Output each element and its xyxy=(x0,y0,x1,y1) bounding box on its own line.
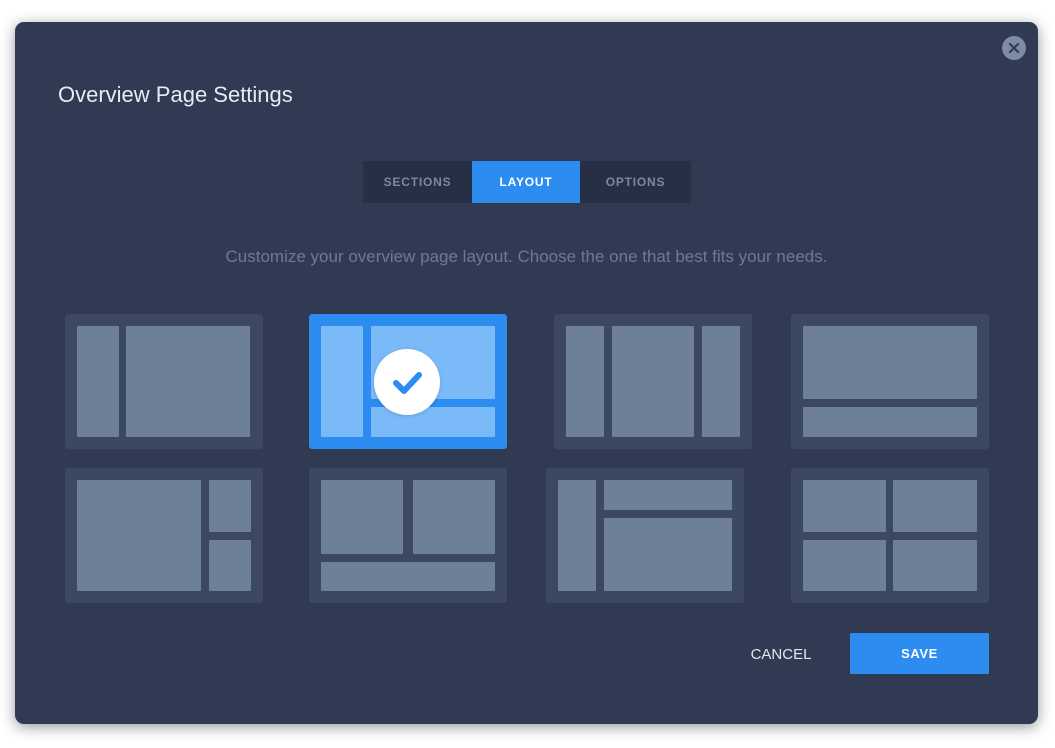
layout-block xyxy=(803,407,977,437)
layout-description: Customize your overview page layout. Cho… xyxy=(225,247,828,266)
layout-block xyxy=(77,480,201,591)
layout-option-left-column-two-right-rows[interactable] xyxy=(546,468,744,603)
layout-option-sidebar-with-split-main[interactable] xyxy=(309,314,507,449)
tab-sections[interactable]: SECTIONS xyxy=(363,161,472,203)
layout-block xyxy=(604,518,732,591)
layout-block xyxy=(558,480,596,591)
close-icon xyxy=(1008,42,1020,54)
layout-block xyxy=(77,326,119,437)
checkmark-icon xyxy=(393,372,422,394)
layout-block xyxy=(803,540,886,591)
layout-block xyxy=(321,480,403,554)
layout-option-three-columns[interactable] xyxy=(554,314,752,449)
tab-bar: SECTIONS LAYOUT OPTIONS xyxy=(363,161,691,203)
layout-block xyxy=(893,480,977,532)
layout-option-narrow-left-wide-right[interactable] xyxy=(65,314,263,449)
selected-check-badge xyxy=(374,349,440,415)
layout-block xyxy=(803,326,977,399)
close-button[interactable] xyxy=(1002,36,1026,60)
layout-block xyxy=(612,326,694,437)
layout-block xyxy=(209,480,251,532)
tab-options[interactable]: OPTIONS xyxy=(580,161,691,203)
save-button[interactable]: SAVE xyxy=(850,633,989,674)
layout-block xyxy=(321,326,363,437)
layout-block xyxy=(803,480,886,532)
layout-block xyxy=(566,326,604,437)
layout-block xyxy=(209,540,251,591)
layout-block xyxy=(702,326,740,437)
layout-block xyxy=(893,540,977,591)
dialog-title: Overview Page Settings xyxy=(58,82,293,107)
layout-option-wide-left-two-stacked-right[interactable] xyxy=(65,468,263,603)
layout-option-four-grid[interactable] xyxy=(791,468,989,603)
layout-block xyxy=(413,480,495,554)
layout-block xyxy=(604,480,732,510)
tab-layout[interactable]: LAYOUT xyxy=(472,161,580,203)
layout-block xyxy=(126,326,250,437)
overview-settings-dialog: Overview Page Settings SECTIONS LAYOUT O… xyxy=(15,22,1038,724)
layout-block xyxy=(321,562,495,591)
layout-option-wide-top-narrow-bottom[interactable] xyxy=(791,314,989,449)
layout-option-two-top-one-bottom[interactable] xyxy=(309,468,507,603)
cancel-button[interactable]: CANCEL xyxy=(728,634,834,676)
